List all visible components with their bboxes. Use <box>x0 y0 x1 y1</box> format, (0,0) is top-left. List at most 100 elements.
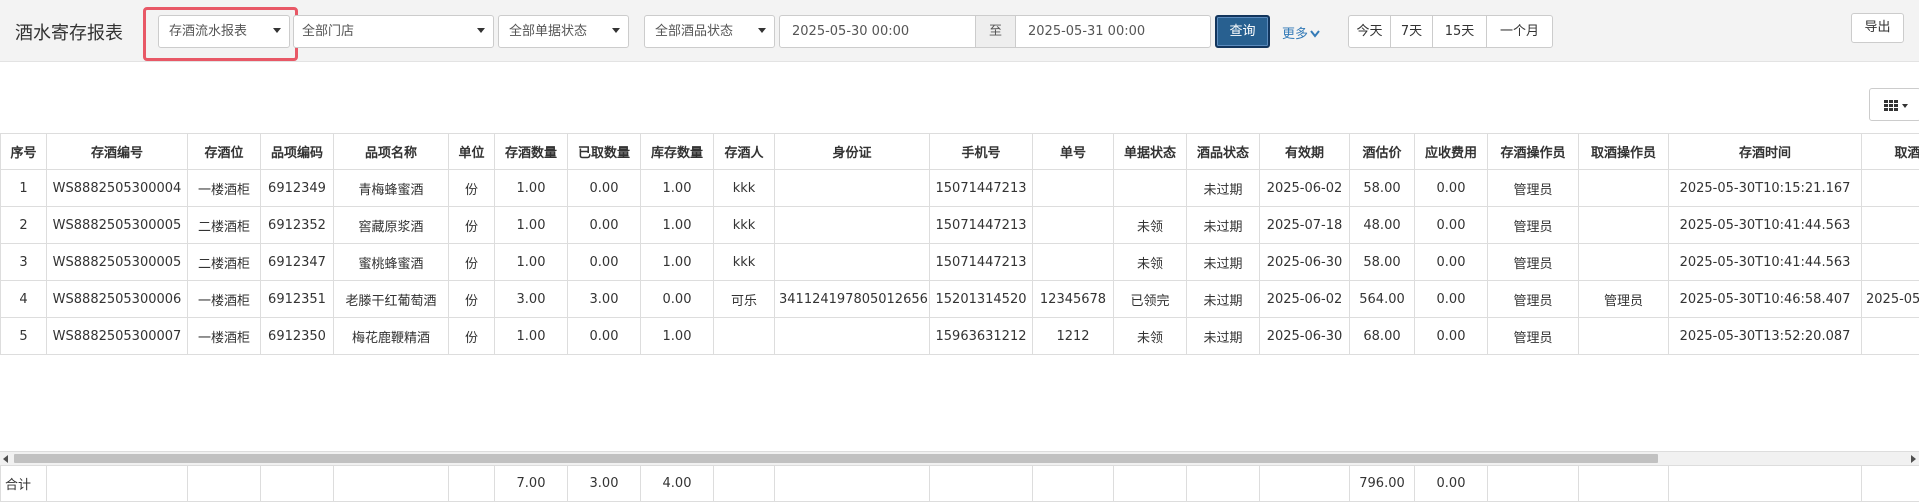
columns-toggle-button[interactable] <box>1869 88 1919 121</box>
cell-pickup-operator <box>1579 318 1669 355</box>
cell-expiry: 2025-07-18 <box>1260 207 1350 244</box>
table-row[interactable]: 5WS8882505300007一楼酒柜6912350梅花鹿鞭精酒份1.000.… <box>1 318 1919 355</box>
cell-order-status: 已领完 <box>1114 281 1187 318</box>
cell-id-card <box>775 318 930 355</box>
order-status-select[interactable]: 全部单据状态 <box>498 15 629 48</box>
column-header-order-no[interactable]: 单号 <box>1033 134 1114 170</box>
cell-deposit-time: 2025-05-30T10:15:21.167 <box>1669 170 1862 207</box>
cell-deposit-operator: 管理员 <box>1488 318 1579 355</box>
grid-icon <box>1884 100 1898 110</box>
cell-item-status: 未过期 <box>1187 281 1260 318</box>
column-header-item-name[interactable]: 品项名称 <box>334 134 449 170</box>
total-location <box>188 466 261 502</box>
column-header-order-status[interactable]: 单据状态 <box>1114 134 1187 170</box>
cell-deposit-operator: 管理员 <box>1488 244 1579 281</box>
column-header-seq[interactable]: 序号 <box>1 134 47 170</box>
cell-deposit-qty: 3.00 <box>495 281 568 318</box>
cell-location: 一楼酒柜 <box>188 318 261 355</box>
column-header-expiry[interactable]: 有效期 <box>1260 134 1350 170</box>
total-item-code <box>261 466 334 502</box>
totals-table: 合计7.003.004.00796.000.00 <box>0 465 1919 502</box>
total-unit <box>449 466 495 502</box>
query-button[interactable]: 查询 <box>1215 15 1270 48</box>
horizontal-scrollbar[interactable] <box>0 451 1919 465</box>
data-table: 序号存酒编号存酒位品项编码品项名称单位存酒数量已取数量库存数量存酒人身份证手机号… <box>0 133 1919 355</box>
column-header-pickup-time[interactable]: 取酒 <box>1862 134 1919 170</box>
scroll-left-icon[interactable] <box>3 455 8 463</box>
cell-stock-qty: 0.00 <box>641 281 714 318</box>
cell-item-status: 未过期 <box>1187 244 1260 281</box>
column-header-deposit-operator[interactable]: 存酒操作员 <box>1488 134 1579 170</box>
chevron-down-icon <box>477 28 485 33</box>
column-header-pickup-operator[interactable]: 取酒操作员 <box>1579 134 1669 170</box>
date-from-input[interactable]: 2025-05-30 00:00 <box>779 15 976 48</box>
column-header-stock-qty[interactable]: 库存数量 <box>641 134 714 170</box>
more-button[interactable]: 更多 <box>1282 23 1320 42</box>
export-button[interactable]: 导出 <box>1851 13 1904 43</box>
column-header-taken-qty[interactable]: 已取数量 <box>568 134 641 170</box>
cell-valuation: 48.00 <box>1350 207 1415 244</box>
total-expiry <box>1260 466 1350 502</box>
cell-seq: 5 <box>1 318 47 355</box>
cell-id-card: 341124197805012656 <box>775 281 930 318</box>
cell-seq: 3 <box>1 244 47 281</box>
cell-taken-qty: 3.00 <box>568 281 641 318</box>
cell-location: 一楼酒柜 <box>188 170 261 207</box>
date-to-input[interactable]: 2025-05-31 00:00 <box>1015 15 1211 48</box>
column-header-location[interactable]: 存酒位 <box>188 134 261 170</box>
cell-item-status: 未过期 <box>1187 207 1260 244</box>
cell-order-no <box>1033 207 1114 244</box>
column-header-deposit-time[interactable]: 存酒时间 <box>1669 134 1862 170</box>
store-select[interactable]: 全部门店 <box>293 15 494 48</box>
cell-item-code: 6912349 <box>261 170 334 207</box>
total-deposit-time <box>1669 466 1862 502</box>
scroll-right-icon[interactable] <box>1911 455 1916 463</box>
total-depositor <box>714 466 775 502</box>
table-row[interactable]: 3WS8882505300005二楼酒柜6912347蜜桃蜂蜜酒份1.000.0… <box>1 244 1919 281</box>
column-header-depositor[interactable]: 存酒人 <box>714 134 775 170</box>
cell-deposit-no: WS8882505300005 <box>47 207 188 244</box>
cell-item-name: 窖藏原浆酒 <box>334 207 449 244</box>
cell-pickup-time <box>1862 244 1919 281</box>
table-row[interactable]: 1WS8882505300004一楼酒柜6912349青梅蜂蜜酒份1.000.0… <box>1 170 1919 207</box>
range-7days-button[interactable]: 7天 <box>1390 15 1433 48</box>
cell-fee: 0.00 <box>1415 207 1488 244</box>
range-15days-button[interactable]: 15天 <box>1432 15 1487 48</box>
cell-depositor: kkk <box>714 170 775 207</box>
column-header-item-status[interactable]: 酒品状态 <box>1187 134 1260 170</box>
item-status-select[interactable]: 全部酒品状态 <box>644 15 775 48</box>
column-header-phone[interactable]: 手机号 <box>930 134 1033 170</box>
cell-expiry: 2025-06-02 <box>1260 281 1350 318</box>
cell-item-code: 6912347 <box>261 244 334 281</box>
cell-valuation: 564.00 <box>1350 281 1415 318</box>
scrollbar-thumb[interactable] <box>14 454 1658 463</box>
range-today-button[interactable]: 今天 <box>1348 15 1391 48</box>
cell-stock-qty: 1.00 <box>641 318 714 355</box>
cell-seq: 1 <box>1 170 47 207</box>
table-row[interactable]: 2WS8882505300005二楼酒柜6912352窖藏原浆酒份1.000.0… <box>1 207 1919 244</box>
column-header-unit[interactable]: 单位 <box>449 134 495 170</box>
cell-fee: 0.00 <box>1415 170 1488 207</box>
range-month-button[interactable]: 一个月 <box>1486 15 1553 48</box>
cell-deposit-operator: 管理员 <box>1488 170 1579 207</box>
column-header-fee[interactable]: 应收费用 <box>1415 134 1488 170</box>
totals-label: 合计 <box>1 466 47 502</box>
total-item-status <box>1187 466 1260 502</box>
column-header-item-code[interactable]: 品项编码 <box>261 134 334 170</box>
highlight-box <box>143 7 298 61</box>
column-header-deposit-no[interactable]: 存酒编号 <box>47 134 188 170</box>
table-row[interactable]: 4WS8882505300006一楼酒柜6912351老滕干红葡萄酒份3.003… <box>1 281 1919 318</box>
column-header-deposit-qty[interactable]: 存酒数量 <box>495 134 568 170</box>
cell-phone: 15071447213 <box>930 207 1033 244</box>
column-header-valuation[interactable]: 酒估价 <box>1350 134 1415 170</box>
cell-item-status: 未过期 <box>1187 170 1260 207</box>
cell-deposit-time: 2025-05-30T10:41:44.563 <box>1669 244 1862 281</box>
cell-deposit-qty: 1.00 <box>495 318 568 355</box>
cell-fee: 0.00 <box>1415 281 1488 318</box>
total-fee: 0.00 <box>1415 466 1488 502</box>
column-header-id-card[interactable]: 身份证 <box>775 134 930 170</box>
cell-stock-qty: 1.00 <box>641 207 714 244</box>
cell-unit: 份 <box>449 244 495 281</box>
cell-order-status: 未领 <box>1114 244 1187 281</box>
toolbar: 酒水寄存报表 存酒流水报表 全部门店 全部单据状态 全部酒品状态 2025-05… <box>0 0 1919 62</box>
